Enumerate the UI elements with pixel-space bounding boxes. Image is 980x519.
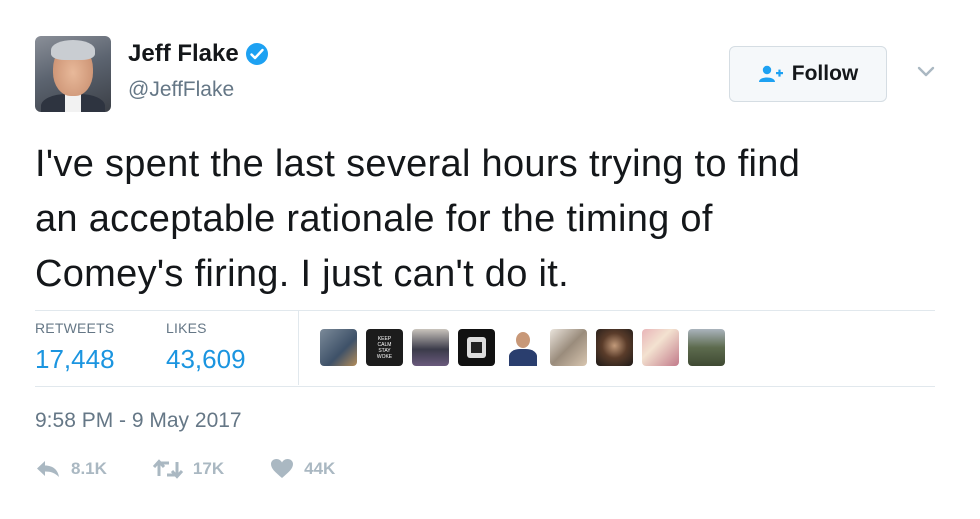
keep-calm-text: WOKE <box>376 353 393 360</box>
likes-value: 43,609 <box>166 344 246 374</box>
follow-user-icon <box>758 65 783 82</box>
user-handle[interactable]: @JeffFlake <box>128 78 234 102</box>
like-count: 44K <box>304 458 336 478</box>
retweet-count: 17K <box>192 458 225 478</box>
retweets-value: 17,448 <box>35 344 115 374</box>
stats-separator <box>298 311 299 385</box>
liker-avatar[interactable] <box>642 329 679 366</box>
stats-bottom-divider <box>35 386 935 387</box>
tweet-timestamp[interactable]: 9:58 PM - 9 May 2017 <box>35 409 242 433</box>
tweet-text-line: an acceptable rationale for the timing o… <box>35 198 713 240</box>
tweet-text-line: I've spent the last several hours trying… <box>35 143 801 185</box>
liker-avatar[interactable] <box>504 329 541 366</box>
likes-label: LIKES <box>166 320 207 336</box>
liker-avatar[interactable] <box>688 329 725 366</box>
likes-stat[interactable]: LIKES 43,609 <box>166 320 246 375</box>
avatar[interactable] <box>35 36 111 112</box>
liker-avatar[interactable]: KEEP CALM STAY WOKE <box>366 329 403 366</box>
chevron-down-icon[interactable] <box>916 64 936 78</box>
retweet-button[interactable]: 17K <box>152 458 225 479</box>
like-button[interactable]: 44K <box>270 458 335 479</box>
stats-top-divider <box>35 310 935 311</box>
user-name-row: Jeff Flake <box>128 40 268 68</box>
reply-button[interactable]: 8.1K <box>35 459 107 479</box>
retweets-label: RETWEETS <box>35 320 115 336</box>
reply-count: 8.1K <box>71 458 107 478</box>
liker-avatar[interactable] <box>412 329 449 366</box>
liker-avatar[interactable] <box>320 329 357 366</box>
display-name[interactable]: Jeff Flake <box>128 40 239 68</box>
retweets-stat[interactable]: RETWEETS 17,448 <box>35 320 115 375</box>
verified-badge-icon <box>245 43 268 65</box>
heart-icon <box>271 459 294 478</box>
reply-icon <box>37 460 59 477</box>
liker-avatar[interactable] <box>596 329 633 366</box>
tweet-text: I've spent the last several hours trying… <box>35 137 945 302</box>
tweet-actions: 8.1K 17K 44K <box>35 458 381 479</box>
liker-avatar[interactable] <box>550 329 587 366</box>
tweet-text-line: Comey's firing. I just can't do it. <box>35 253 569 295</box>
follow-button-label: Follow <box>791 62 859 85</box>
retweet-icon <box>152 458 183 479</box>
liker-avatars: KEEP CALM STAY WOKE <box>320 329 734 366</box>
follow-button[interactable]: Follow <box>729 46 887 102</box>
liker-avatar[interactable] <box>458 329 495 366</box>
